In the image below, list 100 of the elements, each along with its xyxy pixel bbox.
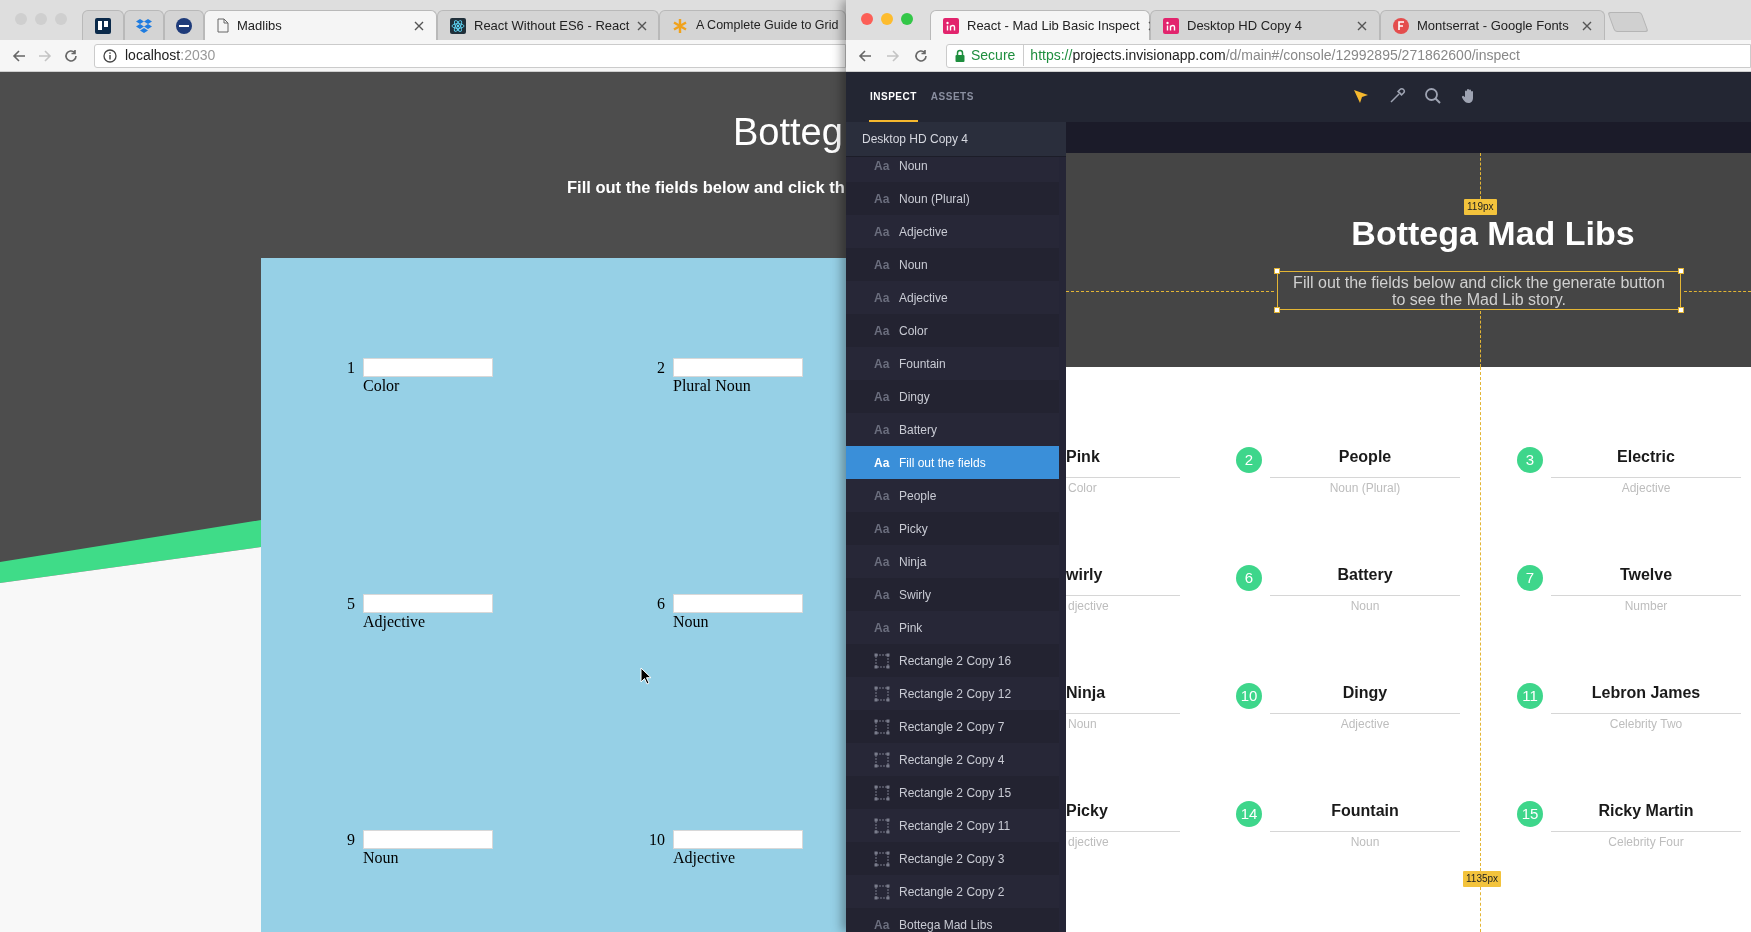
text-input[interactable] xyxy=(673,830,803,849)
number-badge: 3 xyxy=(1517,447,1543,473)
browser-tab[interactable]: React Without ES6 - React xyxy=(437,10,659,40)
close-icon[interactable] xyxy=(637,20,648,31)
inspector-tab[interactable]: ASSETS xyxy=(929,72,975,122)
word-value: Ricky Martin xyxy=(1551,799,1741,832)
search-icon[interactable] xyxy=(1424,87,1442,105)
layer-name: Noun xyxy=(899,256,928,274)
number-badge: 14 xyxy=(1236,801,1262,827)
browser-tab[interactable]: Desktop HD Copy 4 xyxy=(1150,10,1380,40)
text-input[interactable] xyxy=(363,358,493,377)
word-value: Electric xyxy=(1551,445,1741,478)
layer-name: Rectangle 2 Copy 4 xyxy=(899,751,1005,769)
browser-tab[interactable]: Montserrat - Google Fonts xyxy=(1380,10,1605,40)
field-number: 5 xyxy=(346,594,355,613)
window-control[interactable] xyxy=(901,13,913,25)
layer-item[interactable]: Aa Bottega Mad Libs xyxy=(846,908,1059,932)
text-input[interactable] xyxy=(673,358,803,377)
text-input[interactable] xyxy=(363,830,493,849)
eyedropper-icon[interactable] xyxy=(1388,87,1406,105)
layer-item[interactable]: Rectangle 2 Copy 15 xyxy=(846,776,1059,809)
close-icon[interactable] xyxy=(1582,20,1592,31)
measurement-label: 1135px xyxy=(1463,871,1502,887)
word-type-label: Noun xyxy=(1350,835,1380,850)
layer-item[interactable]: Rectangle 2 Copy 16 xyxy=(846,644,1059,677)
layer-item[interactable]: Rectangle 2 Copy 3 xyxy=(846,842,1059,875)
window-control[interactable] xyxy=(881,13,893,25)
layer-name: Swirly xyxy=(899,586,931,604)
word-value: Fountain xyxy=(1270,799,1460,832)
resize-handle[interactable] xyxy=(1678,268,1684,274)
forward-icon[interactable] xyxy=(38,48,52,63)
browser-tab[interactable] xyxy=(82,10,124,40)
text-layer-icon: Aa xyxy=(874,420,890,439)
layer-name: Rectangle 2 Copy 7 xyxy=(899,718,1005,736)
address-field[interactable]: Secure https://projects.invisionapp.com/d/main#/console/12992895/271862600/inspect xyxy=(946,43,1751,68)
browser-tab[interactable]: React - Mad Lib Basic Inspect xyxy=(930,10,1150,40)
word-value: Picky xyxy=(1066,799,1180,832)
close-icon[interactable] xyxy=(414,20,424,31)
layer-name: Battery xyxy=(899,421,937,439)
resize-handle[interactable] xyxy=(1678,307,1684,313)
page-icon xyxy=(217,18,229,33)
hero-subtitle: Fill out the fields below and click the generate button to see the Mad Lib story. xyxy=(1292,273,1666,308)
back-icon[interactable] xyxy=(12,48,26,63)
reload-icon[interactable] xyxy=(64,48,78,63)
close-icon[interactable] xyxy=(1357,20,1367,31)
text-layer-icon: Aa xyxy=(874,255,890,274)
layer-name: Bottega Mad Libs xyxy=(899,916,993,932)
text-layer-icon: Aa xyxy=(874,354,890,373)
pointer-icon[interactable] xyxy=(1352,87,1370,105)
text-input[interactable] xyxy=(363,594,493,613)
page-subtitle: Fill out the fields below and click th xyxy=(566,177,846,198)
layer-name: Dingy xyxy=(899,388,930,406)
layer-item[interactable]: Rectangle 2 Copy 7 xyxy=(846,710,1059,743)
invision-icon xyxy=(1163,17,1179,34)
text-input[interactable] xyxy=(673,594,803,613)
word-type-label: Adjective xyxy=(1340,717,1390,732)
browser-tab[interactable]: Madlibs xyxy=(204,10,437,40)
tab-title: Madlibs xyxy=(237,16,282,35)
layer-name: Noun (Plural) xyxy=(899,190,970,208)
field-label: Plural Noun xyxy=(673,377,752,395)
word-type-label: djective xyxy=(1067,599,1109,614)
layer-item[interactable]: Aa Color xyxy=(846,314,1059,347)
window-control[interactable] xyxy=(861,13,873,25)
layer-item[interactable]: Aa Noun (Plural) xyxy=(846,182,1059,215)
number-badge: 10 xyxy=(1236,683,1262,709)
reload-icon[interactable] xyxy=(914,48,928,63)
field-number: 9 xyxy=(346,830,355,849)
board-icon xyxy=(95,17,111,34)
field-label: Adjective xyxy=(363,613,427,631)
address-field[interactable]: localhost:2030 xyxy=(94,43,846,68)
word-type-label: djective xyxy=(1067,835,1109,850)
back-icon[interactable] xyxy=(858,48,872,63)
font-icon xyxy=(1393,17,1409,34)
field-number: 10 xyxy=(648,830,665,849)
number-badge: 2 xyxy=(1236,447,1262,473)
info-icon[interactable] xyxy=(103,48,117,63)
word-value: Pink xyxy=(1066,445,1180,478)
field-number: 1 xyxy=(346,358,355,377)
text-layer-icon: Aa xyxy=(874,585,890,604)
layer-item[interactable]: Aa Swirly xyxy=(846,578,1059,611)
layer-item[interactable]: Aa Picky xyxy=(846,512,1059,545)
browser-tab[interactable]: A Complete Guide to Grid xyxy=(659,10,846,40)
layer-name: Rectangle 2 Copy 12 xyxy=(899,685,1012,703)
tab-title: React Without ES6 - React xyxy=(474,16,630,35)
text-layer-icon: Aa xyxy=(874,387,890,406)
text-layer-icon: Aa xyxy=(874,618,890,637)
word-type-label: Celebrity Four xyxy=(1608,835,1684,850)
asterisk-icon xyxy=(672,17,688,34)
layer-item[interactable]: Aa Dingy xyxy=(846,380,1059,413)
resize-handle[interactable] xyxy=(1274,307,1280,313)
word-value: Battery xyxy=(1270,563,1460,596)
layer-name: People xyxy=(899,487,937,505)
layer-item[interactable]: Aa Noun xyxy=(846,248,1059,281)
invision-icon xyxy=(943,17,959,34)
resize-handle[interactable] xyxy=(1274,268,1280,274)
layer-name: Rectangle 2 Copy 16 xyxy=(899,652,1012,670)
browser-tab[interactable] xyxy=(164,10,204,40)
guide-line xyxy=(1480,887,1481,932)
tab-title: React - Mad Lib Basic Inspect xyxy=(967,16,1140,35)
forward-icon[interactable] xyxy=(886,48,900,63)
